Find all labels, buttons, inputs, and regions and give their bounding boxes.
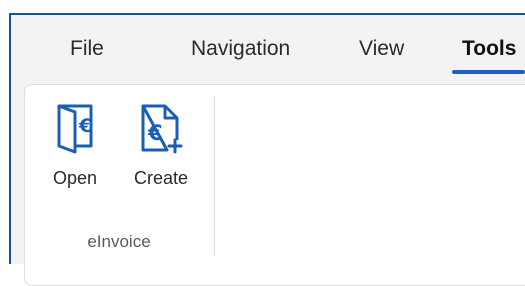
open-button-label: Open [52, 168, 98, 188]
open-invoice-button[interactable]: € Open [43, 94, 107, 204]
invoice-create-icon: € [137, 102, 185, 154]
tab-navigation[interactable]: Navigation [191, 37, 290, 61]
active-tab-indicator [452, 70, 525, 74]
group-label: eInvoice [87, 232, 151, 251]
screen-edge-top [0, 0, 525, 14]
tab-view[interactable]: View [359, 37, 404, 61]
svg-text:€: € [147, 121, 163, 145]
tab-file[interactable]: File [70, 37, 104, 61]
invoice-open-icon: € [51, 102, 99, 154]
svg-text:€: € [78, 115, 92, 137]
ribbon-tab-bar: File Navigation View Tools [11, 15, 525, 83]
create-button-label: Create [133, 168, 189, 188]
group-separator [214, 96, 215, 256]
tab-tools[interactable]: Tools [462, 37, 516, 61]
create-invoice-button[interactable]: € Create [129, 94, 193, 204]
